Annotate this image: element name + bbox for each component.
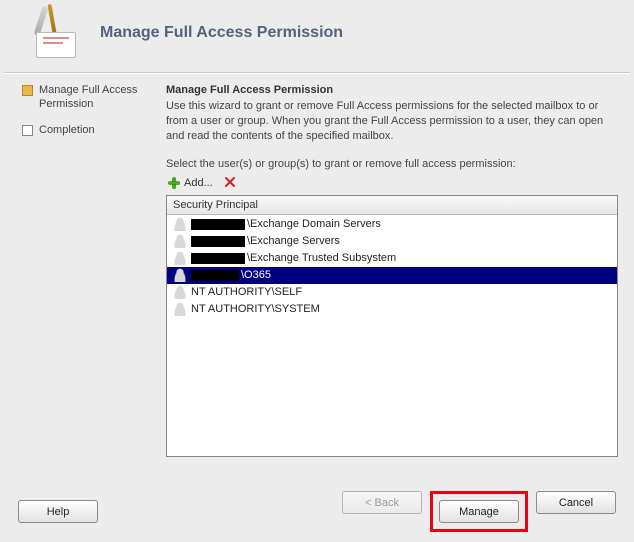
add-button[interactable]: Add... [166, 174, 214, 192]
security-principal-list[interactable]: Security Principal \Exchange Domain Serv… [166, 195, 618, 457]
wizard-footer: Help < Back Manage Cancel [0, 491, 634, 532]
section-title: Manage Full Access Permission [166, 84, 618, 96]
user-icon [173, 234, 187, 248]
step-label: Completion [39, 124, 95, 138]
x-icon [224, 176, 236, 188]
redacted-text [191, 236, 245, 247]
manage-button[interactable]: Manage [439, 500, 519, 523]
list-item[interactable]: NT AUTHORITY\SYSTEM [167, 301, 617, 318]
plus-icon [167, 176, 181, 190]
step-label: Manage Full Access Permission [39, 84, 150, 112]
user-icon [173, 217, 187, 231]
add-button-label: Add... [184, 177, 213, 189]
page-title: Manage Full Access Permission [100, 24, 343, 42]
mailbox-tools-icon [28, 8, 78, 58]
redacted-text [191, 270, 239, 281]
section-description: Use this wizard to grant or remove Full … [166, 99, 618, 144]
remove-button[interactable] [222, 174, 238, 193]
list-item-label: \Exchange Servers [247, 235, 340, 247]
redacted-text [191, 219, 245, 230]
back-button: < Back [342, 491, 422, 514]
user-icon [173, 302, 187, 316]
list-column-header[interactable]: Security Principal [167, 196, 617, 215]
wizard-step-1[interactable]: Completion [22, 124, 150, 138]
redacted-text [191, 253, 245, 264]
list-item[interactable]: NT AUTHORITY\SELF [167, 284, 617, 301]
list-toolbar: Add... [166, 174, 618, 193]
wizard-steps-sidebar: Manage Full Access Permission Completion [0, 84, 158, 457]
manage-highlight: Manage [430, 491, 528, 532]
cancel-button[interactable]: Cancel [536, 491, 616, 514]
user-icon [173, 268, 187, 282]
help-button[interactable]: Help [18, 500, 98, 523]
list-item[interactable]: \Exchange Domain Servers [167, 216, 617, 233]
list-item-label: NT AUTHORITY\SELF [191, 286, 302, 298]
list-item[interactable]: \Exchange Trusted Subsystem [167, 250, 617, 267]
step-pending-icon [22, 125, 33, 136]
list-item-label: \Exchange Trusted Subsystem [247, 252, 396, 264]
instruction-text: Select the user(s) or group(s) to grant … [166, 158, 618, 170]
list-item[interactable]: \Exchange Servers [167, 233, 617, 250]
wizard-header: Manage Full Access Permission [0, 0, 634, 72]
list-item-label: NT AUTHORITY\SYSTEM [191, 303, 320, 315]
list-item-label: \O365 [241, 269, 271, 281]
list-item-label: \Exchange Domain Servers [247, 218, 381, 230]
user-icon [173, 285, 187, 299]
list-item[interactable]: \O365 [167, 267, 617, 284]
wizard-main-panel: Manage Full Access Permission Use this w… [158, 84, 634, 457]
user-icon [173, 251, 187, 265]
wizard-step-0[interactable]: Manage Full Access Permission [22, 84, 150, 112]
step-active-icon [22, 85, 33, 96]
